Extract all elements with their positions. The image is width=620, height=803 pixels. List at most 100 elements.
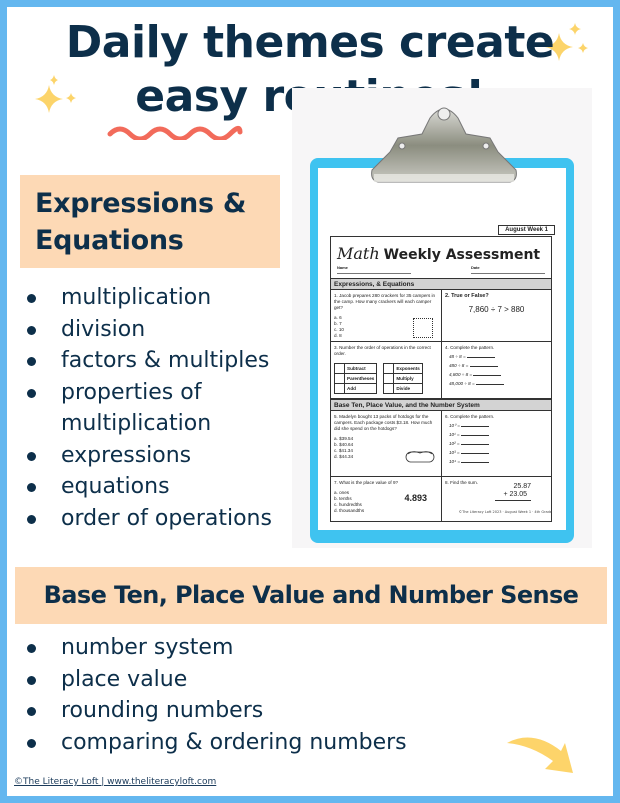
blank-cell [383, 363, 395, 374]
name-label: Name [337, 265, 348, 270]
pattern-line: 48 ÷ 8 = [449, 354, 548, 360]
pattern-lines: 48 ÷ 8 = 480 ÷ 8 = 4,800 ÷ 8 = 48,000 ÷ … [445, 354, 548, 387]
bullet-icon [27, 325, 36, 335]
worksheet-row: 3. Number the order of operations in the… [331, 342, 551, 399]
pattern-line: 10⁴ = [449, 459, 548, 465]
question-text: 7. What is the place value of 9? [334, 480, 399, 485]
pattern-line: 4,800 ÷ 8 = [449, 372, 548, 378]
date-line [470, 273, 545, 274]
pattern-text: 4,800 ÷ 8 = [449, 372, 473, 377]
addend-top: 25.87 [513, 483, 531, 490]
list-item-text: order of operations [61, 505, 272, 531]
list-item-text: equations [61, 474, 170, 499]
bullet-icon [27, 707, 36, 716]
clipboard-clip-icon [371, 107, 517, 183]
list-item-text: properties of multiplication [61, 379, 212, 437]
list-item: properties of multiplication [27, 377, 297, 440]
question-4: 4. Complete the pattern. 48 ÷ 8 = 480 ÷ … [441, 342, 551, 398]
worksheet-footer: ©The Literacy Loft 2023 · August Week 1 … [458, 510, 552, 514]
sum-problem: 25.87 + 23.05 [495, 483, 531, 501]
section-heading-expressions-equations: Expressions & Equations [20, 175, 280, 268]
operations-tables: Subtract Parentheses Add Exponents Multi… [334, 363, 438, 394]
worksheet-row: 5. Madelyn bought 13 packs of hotdogs fo… [331, 411, 551, 477]
list-item-text: rounding numbers [61, 698, 264, 723]
place-value-number: 4.893 [404, 493, 427, 503]
pattern-line: 10³ = [449, 450, 548, 456]
worksheet-frame: August Week 1 Math Weekly Assessment Nam… [330, 225, 555, 522]
worksheet-title-script: Math [337, 244, 380, 263]
list-item: equations [27, 471, 297, 503]
pattern-text: 10⁰ = [449, 423, 460, 428]
page: Daily themes create easy routines! Expre… [7, 7, 613, 796]
bullet-icon [27, 675, 36, 685]
copyright-link[interactable]: ©The Literacy Loft | www.theliteracyloft… [14, 777, 216, 787]
date-label: Date [470, 265, 480, 270]
op-cell: Parentheses [343, 373, 378, 384]
question-text: 3. Number the order of operations in the… [334, 345, 431, 356]
bullet-icon [27, 357, 36, 366]
pattern-text: 10¹ = [449, 432, 460, 437]
pattern-line: 480 ÷ 8 = [449, 363, 548, 369]
name-date-row: Name Date [331, 263, 551, 278]
bullet-icon [27, 294, 36, 303]
worksheet-section-1: Expressions, & Equations [331, 278, 551, 290]
addend-bottom: + 23.05 [495, 491, 531, 501]
pattern-text: 48 ÷ 8 = [449, 354, 466, 359]
question-6: 6. Complete the pattern. 10⁰ = 10¹ = 10²… [441, 411, 551, 476]
question-8: 8. Find the sum. 25.87 + 23.05 [441, 477, 551, 521]
op-cell: Subtract [343, 363, 378, 374]
pattern-text: 10⁴ = [449, 459, 461, 464]
list-item-text: factors & multiples [61, 348, 270, 373]
pattern-line: 10² = [449, 441, 548, 447]
hotdog-icon [405, 451, 435, 463]
bullet-icon [27, 644, 36, 653]
blank-cell [334, 383, 345, 394]
question-5: 5. Madelyn bought 13 packs of hotdogs fo… [331, 411, 441, 476]
list-item: division [27, 314, 297, 346]
list-item: expressions [27, 440, 297, 472]
list-item: rounding numbers [27, 695, 527, 727]
operations-table-left: Subtract Parentheses Add [334, 363, 378, 394]
pattern-line: 10¹ = [449, 432, 548, 438]
question-3: 3. Number the order of operations in the… [331, 342, 441, 398]
worksheet: August Week 1 Math Weekly Assessment Nam… [318, 225, 566, 528]
pattern-text: 480 ÷ 8 = [449, 363, 469, 368]
option: d. thousandths [334, 508, 365, 513]
question-text: 1. Jacob prepares 280 crackers for 35 ca… [334, 293, 436, 310]
op-cell: Divide [393, 383, 423, 394]
op-cell: Multiply [393, 373, 423, 384]
question-text: 5. Madelyn bought 13 packs of hotdogs fo… [334, 414, 433, 431]
topic-list-expressions: multiplication division factors & multip… [27, 282, 297, 534]
list-item: order of operations [27, 503, 297, 535]
expression: 7,860 ÷ 7 > 880 [468, 305, 525, 314]
pattern-line: 10⁰ = [449, 423, 548, 429]
section-heading-base-ten: Base Ten, Place Value and Number Sense [15, 567, 607, 624]
worksheet-row: 1. Jacob prepares 280 crackers for 35 ca… [331, 290, 551, 342]
blank-cell [334, 363, 345, 374]
week-tab: August Week 1 [498, 225, 555, 235]
blank-cell [383, 373, 395, 384]
worksheet-title-text: Weekly Assessment [383, 247, 541, 263]
blank-cell [334, 373, 345, 384]
operations-table-right: Exponents Multiply Divide [383, 363, 423, 394]
list-item: comparing & ordering numbers [27, 727, 527, 759]
op-cell: Add [343, 383, 378, 394]
topic-list-base-ten: number system place value rounding numbe… [27, 632, 527, 758]
list-item-text: place value [61, 666, 188, 692]
pattern-lines: 10⁰ = 10¹ = 10² = 10³ = 10⁴ = [445, 423, 548, 465]
list-item-text: comparing & ordering numbers [61, 729, 407, 755]
clipboard-photo: August Week 1 Math Weekly Assessment Nam… [292, 88, 592, 548]
pattern-text: 48,000 ÷ 8 = [449, 381, 475, 386]
list-item-text: expressions [61, 442, 192, 468]
section-heading-line-1: Expressions & [35, 188, 247, 219]
bullet-icon [27, 483, 36, 492]
list-item: multiplication [27, 282, 297, 314]
bullet-icon [27, 514, 36, 524]
question-2: 2. True or False? 7,860 ÷ 7 > 880 [441, 290, 551, 341]
worksheet-section-2: Base Ten, Place Value, and the Number Sy… [331, 399, 551, 411]
bullet-icon [27, 388, 36, 398]
list-item: factors & multiples [27, 345, 297, 377]
pattern-text: 10² = [449, 441, 460, 446]
list-item: number system [27, 632, 527, 664]
headline-line-1: Daily themes create [65, 17, 555, 68]
